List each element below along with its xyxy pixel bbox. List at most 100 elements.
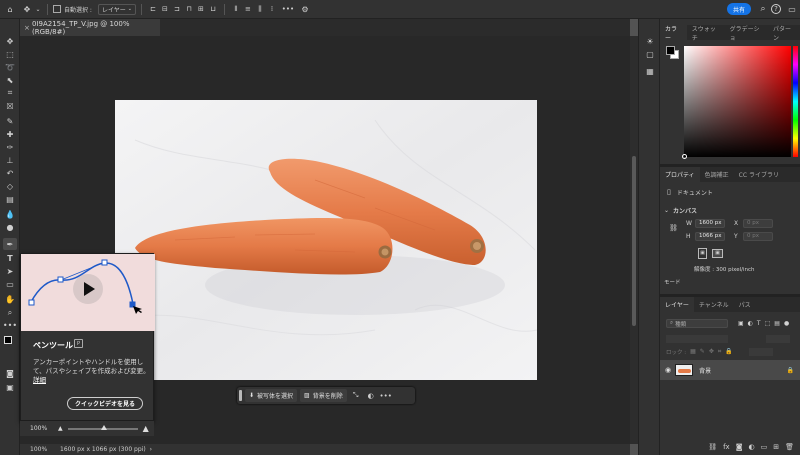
document-tab[interactable]: × 0I9A2154_TP_V.jpg @ 100% (RGB/8#): [20, 19, 160, 36]
object-select-tool-icon[interactable]: ⬉: [3, 74, 17, 86]
edit-toolbar-icon[interactable]: •••: [3, 319, 17, 331]
fill-field[interactable]: [748, 347, 773, 356]
select-subject-button[interactable]: ⬇ 被写体を選択: [245, 389, 298, 402]
opacity-field[interactable]: [766, 334, 790, 343]
hand-tool-icon[interactable]: ✋: [3, 293, 17, 305]
lock-position-icon[interactable]: ✥: [709, 348, 714, 355]
lasso-tool-icon[interactable]: ➰: [3, 61, 17, 73]
landscape-orientation-icon[interactable]: ▣: [712, 248, 723, 258]
auto-select-dropdown[interactable]: レイヤー ⌄: [97, 3, 136, 15]
workspace-icon[interactable]: ▭: [786, 3, 798, 15]
marquee-tool-icon[interactable]: ⬚: [3, 48, 17, 60]
learn-more-link[interactable]: 詳細: [33, 376, 46, 384]
more-options-button[interactable]: •••: [278, 5, 298, 13]
lock-artboard-icon[interactable]: ⌗: [718, 348, 721, 356]
canvas-vertical-scrollbar[interactable]: [630, 36, 638, 444]
path-selection-tool-icon[interactable]: ➤: [3, 265, 17, 277]
lock-transparent-icon[interactable]: ▦: [690, 348, 696, 355]
remove-background-button[interactable]: ▨ 背景を削除: [300, 389, 347, 402]
filter-adjustment-icon[interactable]: ◐: [748, 320, 753, 327]
distribute-center-icon[interactable]: ⁞: [266, 5, 278, 13]
height-input[interactable]: 1066 px: [695, 231, 725, 241]
status-chevron-icon[interactable]: ›: [150, 446, 152, 453]
filter-pixel-icon[interactable]: ▣: [738, 320, 744, 327]
blur-tool-icon[interactable]: 💧: [3, 208, 17, 220]
align-bottom-icon[interactable]: ⊔: [207, 5, 219, 13]
drag-handle-icon[interactable]: [239, 390, 242, 401]
distribute-h-icon[interactable]: ⫴: [230, 5, 242, 14]
filter-smart-object-icon[interactable]: ▤: [774, 320, 780, 327]
history-brush-tool-icon[interactable]: ↶: [3, 167, 17, 179]
color-picker-cursor[interactable]: [682, 154, 687, 159]
close-icon[interactable]: ×: [24, 24, 30, 32]
zoom-tool-icon[interactable]: ⌕: [3, 307, 17, 319]
zoom-slider[interactable]: [67, 424, 138, 430]
align-middle-v-icon[interactable]: ⊞: [195, 5, 207, 13]
libraries-panel-icon[interactable]: ▦: [644, 65, 656, 77]
comments-panel-icon[interactable]: ▢: [644, 48, 656, 60]
adjustment-icon[interactable]: ◐: [365, 389, 377, 402]
auto-select-checkbox[interactable]: [53, 5, 61, 13]
new-layer-icon[interactable]: ⊞: [773, 443, 779, 451]
distribute-v-icon[interactable]: ≡: [242, 5, 254, 13]
lock-image-icon[interactable]: ✎: [700, 348, 705, 355]
align-left-icon[interactable]: ⊏: [147, 5, 159, 13]
healing-brush-tool-icon[interactable]: ✚: [3, 128, 17, 140]
layer-row-background[interactable]: ◉ 背景 🔒: [660, 360, 800, 380]
home-icon[interactable]: ⌂: [0, 5, 20, 14]
tool-preset-chevron-icon[interactable]: ⌄: [34, 6, 42, 13]
align-center-h-icon[interactable]: ⊟: [159, 5, 171, 13]
portrait-orientation-icon[interactable]: ▣: [698, 247, 707, 259]
align-top-icon[interactable]: ⊓: [183, 5, 195, 13]
tab-swatches[interactable]: スウォッチ: [687, 25, 725, 42]
gradient-tool-icon[interactable]: ▤: [3, 193, 17, 205]
tab-cc-libraries[interactable]: CC ライブラリ: [734, 167, 784, 182]
dodge-tool-icon[interactable]: ●: [3, 221, 17, 233]
hue-slider[interactable]: [793, 46, 798, 157]
move-tool-icon[interactable]: ✥: [3, 35, 17, 47]
tab-paths[interactable]: パス: [734, 297, 756, 312]
tab-layers[interactable]: レイヤー: [660, 297, 694, 312]
color-picker-field[interactable]: [682, 46, 791, 159]
group-icon[interactable]: ▭: [761, 443, 768, 451]
rectangle-tool-icon[interactable]: ▭: [3, 278, 17, 290]
filter-type-icon[interactable]: T: [757, 320, 761, 327]
clone-stamp-tool-icon[interactable]: ⊥: [3, 154, 17, 166]
x-input[interactable]: 0 px: [743, 218, 773, 228]
eye-icon[interactable]: ◉: [665, 366, 671, 374]
blend-mode-dropdown[interactable]: [666, 334, 728, 343]
type-tool-icon[interactable]: T: [3, 252, 17, 264]
document-canvas[interactable]: [115, 100, 537, 380]
width-input[interactable]: 1600 px: [695, 218, 725, 228]
layer-filter-dropdown[interactable]: ⌕ 種類: [666, 319, 728, 328]
tab-color[interactable]: カラー: [660, 25, 687, 42]
help-icon[interactable]: ?: [771, 4, 781, 14]
zoom-slider-thumb[interactable]: [100, 424, 107, 430]
brush-tool-icon[interactable]: ✑: [3, 141, 17, 153]
share-button[interactable]: 共有: [727, 3, 751, 15]
layer-style-icon[interactable]: fx: [723, 443, 730, 451]
zoom-out-icon[interactable]: ▲: [58, 425, 63, 432]
layer-name[interactable]: 背景: [699, 366, 711, 375]
align-right-icon[interactable]: ⊐: [171, 5, 183, 13]
frame-tool-icon[interactable]: ☒: [3, 100, 17, 112]
tab-patterns[interactable]: パターン: [768, 25, 800, 42]
foreground-swatch[interactable]: [4, 336, 12, 344]
canvas-section-header[interactable]: ⌄ カンバス: [660, 205, 800, 215]
lock-all-icon[interactable]: 🔒: [725, 348, 732, 355]
search-icon[interactable]: ⌕: [757, 3, 769, 15]
quick-mask-icon[interactable]: ◙: [3, 367, 17, 379]
trash-icon[interactable]: 🗑: [785, 443, 794, 451]
eraser-tool-icon[interactable]: ◇: [3, 180, 17, 192]
filter-shape-icon[interactable]: ⬚: [765, 320, 771, 327]
eyedropper-tool-icon[interactable]: ✎: [3, 115, 17, 127]
tab-properties[interactable]: プロパティ: [660, 167, 700, 182]
crop-tool-icon[interactable]: ⌗: [3, 87, 17, 99]
move-tool-icon[interactable]: ✥: [20, 5, 34, 14]
y-input[interactable]: 0 px: [743, 231, 773, 241]
filter-toggle-icon[interactable]: ●: [784, 320, 789, 327]
screen-mode-icon[interactable]: ▣: [3, 381, 17, 393]
foreground-background-colors[interactable]: [3, 335, 17, 351]
gear-icon[interactable]: ⚙: [298, 5, 312, 14]
status-zoom[interactable]: 100%: [30, 446, 60, 453]
